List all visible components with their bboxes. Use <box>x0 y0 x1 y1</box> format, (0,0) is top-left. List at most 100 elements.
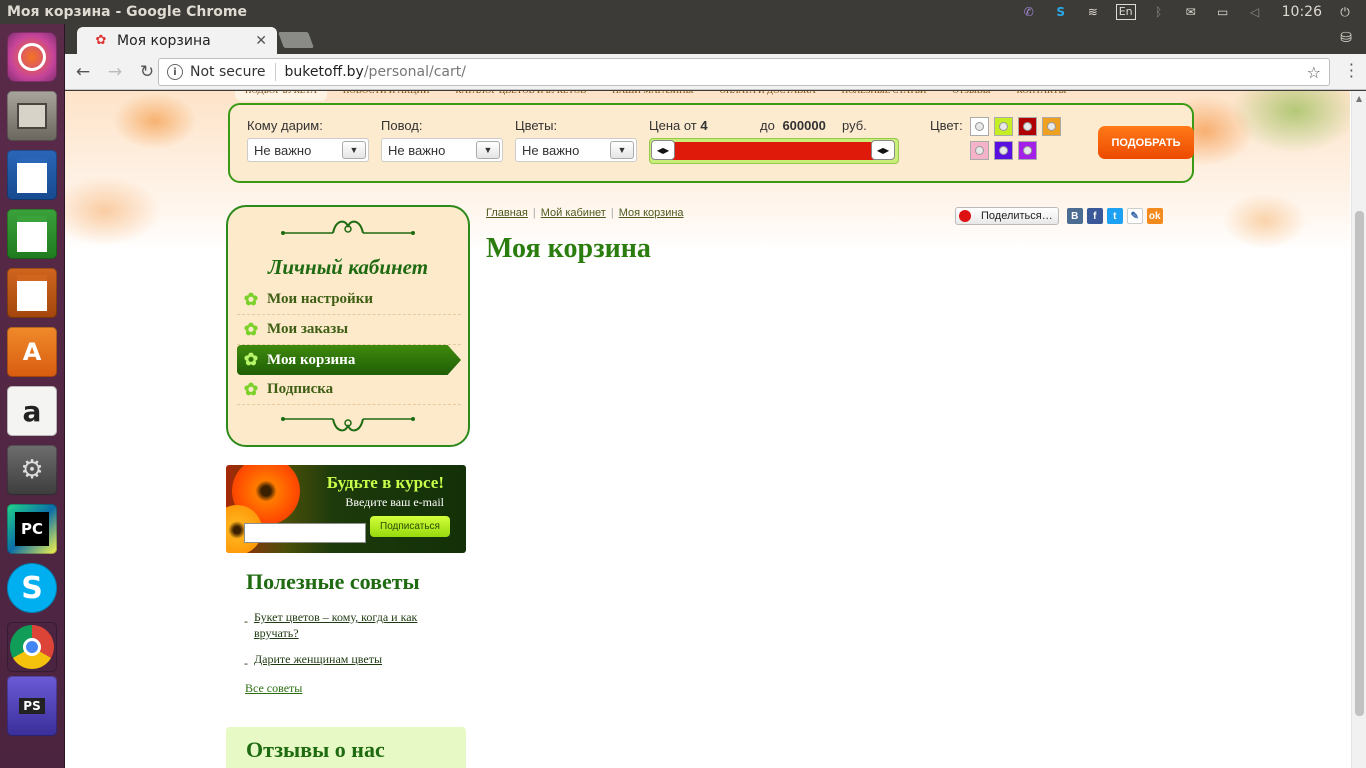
color-swatch[interactable] <box>994 117 1013 136</box>
mail-icon[interactable]: ✉ <box>1182 3 1200 21</box>
browser-window: ✿ Моя корзина ✕ ⛁ ← → ↻ i Not secure buk… <box>65 24 1366 768</box>
scroll-up-icon[interactable]: ▲ <box>1356 94 1362 103</box>
address-bar[interactable]: i Not secure buketoff.by /personal/cart/… <box>158 58 1330 86</box>
bouquet-filter: Кому дарим: Не важно ▼ Повод: Не важно ▼… <box>228 103 1194 183</box>
menu-item-orders[interactable]: ✿ Мои заказы <box>237 315 461 345</box>
flowers-select[interactable]: Не важно ▼ <box>515 138 637 162</box>
color-swatch[interactable] <box>970 117 989 136</box>
tip-link[interactable]: Букет цветов – кому, когда и как вручать… <box>244 609 426 641</box>
nav-item-contacts[interactable]: КОНТАКТЫ <box>1007 91 1077 101</box>
whom-label: Кому дарим: <box>247 118 323 133</box>
skype-tray-icon[interactable]: S <box>1052 3 1070 21</box>
nav-item-delivery[interactable]: ОПЛАТА И ДОСТАВКА <box>709 91 825 101</box>
amazon-icon[interactable]: a <box>7 386 57 436</box>
facebook-icon[interactable]: f <box>1086 208 1103 224</box>
battery-icon[interactable]: ▭ <box>1214 3 1232 21</box>
menu-item-cart[interactable]: ✿ Моя корзина <box>237 345 461 375</box>
browser-menu-icon[interactable]: · · · <box>1349 57 1354 85</box>
flower-icon: ✿ <box>243 379 259 399</box>
breadcrumb-home[interactable]: Главная <box>486 207 528 219</box>
writer-icon[interactable] <box>7 150 57 200</box>
color-swatch[interactable] <box>1018 141 1037 160</box>
bookmark-star-icon[interactable]: ☆ <box>1307 63 1321 82</box>
close-tab-icon[interactable]: ✕ <box>255 33 267 49</box>
power-icon[interactable]: ⏻ <box>1336 3 1354 21</box>
price-range-slider[interactable]: ◀▶ ◀▶ <box>649 138 899 164</box>
incognito-icon[interactable]: ⛁ <box>1340 30 1352 46</box>
nav-item-reviews[interactable]: ОТЗЫВЫ <box>942 91 1000 101</box>
odnoklassniki-icon[interactable]: ok <box>1146 208 1163 224</box>
page-title: Моя корзина <box>486 233 651 264</box>
tab-title: Моя корзина <box>117 32 211 49</box>
pycharm-icon[interactable]: PC <box>7 504 57 554</box>
swatch-radio-icon <box>1023 122 1032 131</box>
browser-toolbar: ← → ↻ i Not secure buketoff.by /personal… <box>65 54 1366 90</box>
photoshop-icon[interactable]: PS <box>7 676 57 736</box>
subscribe-title: Будьте в курсе! <box>326 473 444 492</box>
flower-favicon-icon: ✿ <box>95 33 107 48</box>
bluetooth-icon[interactable]: ᛒ <box>1150 3 1168 21</box>
system-settings-icon[interactable]: ⚙ <box>7 445 57 495</box>
vkontakte-icon[interactable]: В <box>1066 208 1083 224</box>
ubuntu-dash-icon[interactable] <box>7 32 57 82</box>
nav-item-news[interactable]: НОВОСТИ И АКЦИИ <box>333 91 440 101</box>
ornament-top-icon <box>281 220 415 235</box>
security-status[interactable]: Not secure <box>190 64 266 80</box>
nav-item-bouquet-selection[interactable]: ПОДБОР БУКЕТА <box>235 91 327 101</box>
livejournal-icon[interactable]: ✎ <box>1126 208 1143 224</box>
share-button[interactable]: Поделиться… <box>955 207 1059 225</box>
clock[interactable]: 10:26 <box>1278 4 1322 20</box>
subscribe-button[interactable]: Подписаться <box>370 516 450 537</box>
keyboard-layout-indicator[interactable]: En <box>1115 4 1136 20</box>
menu-item-subscription[interactable]: ✿ Подписка <box>237 375 461 405</box>
price-range-track <box>654 142 894 160</box>
wifi-icon[interactable]: ≋ <box>1084 3 1102 21</box>
flowers-value: Не важно <box>522 142 580 158</box>
volume-muted-icon[interactable]: ◁ <box>1246 3 1264 21</box>
price-min-handle[interactable]: ◀▶ <box>651 140 675 160</box>
pick-bouquet-button[interactable]: ПОДОБРАТЬ <box>1098 126 1194 159</box>
files-icon[interactable] <box>7 91 57 141</box>
top-panel: Моя корзина - Google Chrome ✆ S ≋ En ᛒ ✉… <box>0 0 1366 24</box>
price-from-value: 4 <box>700 118 708 133</box>
menu-item-settings[interactable]: ✿ Мои настройки <box>237 285 461 315</box>
color-swatch[interactable] <box>970 141 989 160</box>
impress-icon[interactable] <box>7 268 57 318</box>
forward-button[interactable]: → <box>101 58 129 86</box>
browser-tab[interactable]: ✿ Моя корзина ✕ <box>77 27 277 54</box>
color-swatch[interactable] <box>994 141 1013 160</box>
software-center-icon[interactable]: A <box>7 327 57 377</box>
whom-select[interactable]: Не важно ▼ <box>247 138 369 162</box>
system-tray: ✆ S ≋ En ᛒ ✉ ▭ ◁ 10:26 ⏻ <box>1020 0 1354 24</box>
reviews-section: Отзывы о нас <box>226 727 466 768</box>
back-button[interactable]: ← <box>69 58 97 86</box>
reload-button[interactable]: ↻ <box>133 58 161 86</box>
nav-item-articles[interactable]: ПОЛЕЗНЫЕ СТАТЬИ <box>832 91 937 101</box>
tip-link[interactable]: Дарите женщинам цветы <box>244 651 426 671</box>
info-icon[interactable]: i <box>167 64 183 80</box>
price-max-handle[interactable]: ◀▶ <box>871 140 895 160</box>
viber-icon[interactable]: ✆ <box>1020 3 1038 21</box>
page-scrollbar[interactable]: ▲ <box>1351 91 1366 768</box>
currency-label: руб. <box>842 118 867 133</box>
subscribe-box: Будьте в курсе! Введите ваш e-mail Подпи… <box>226 465 466 553</box>
chevron-down-icon[interactable]: ▼ <box>476 141 500 159</box>
reason-select[interactable]: Не важно ▼ <box>381 138 503 162</box>
color-swatch[interactable] <box>1018 117 1037 136</box>
scrollbar-thumb[interactable] <box>1355 211 1364 716</box>
twitter-icon[interactable]: t <box>1106 208 1123 224</box>
breadcrumb-account[interactable]: Мой кабинет <box>541 207 606 219</box>
nav-item-shops[interactable]: НАШИ МАГАЗИНЫ <box>602 91 703 101</box>
breadcrumb-cart[interactable]: Моя корзина <box>619 207 684 219</box>
calc-icon[interactable] <box>7 209 57 259</box>
new-tab-button[interactable] <box>278 32 314 48</box>
menu-item-label: Мои настройки <box>267 291 373 307</box>
all-tips-link[interactable]: Все советы <box>245 681 466 696</box>
color-swatch[interactable] <box>1042 117 1061 136</box>
skype-icon[interactable]: S <box>7 563 57 613</box>
subscribe-email-input[interactable] <box>244 523 366 543</box>
chevron-down-icon[interactable]: ▼ <box>610 141 634 159</box>
chrome-icon[interactable] <box>7 622 57 672</box>
chevron-down-icon[interactable]: ▼ <box>342 141 366 159</box>
nav-item-catalog[interactable]: КАТАЛОГ ЦВЕТОВ И БУКЕТОВ <box>445 91 596 101</box>
